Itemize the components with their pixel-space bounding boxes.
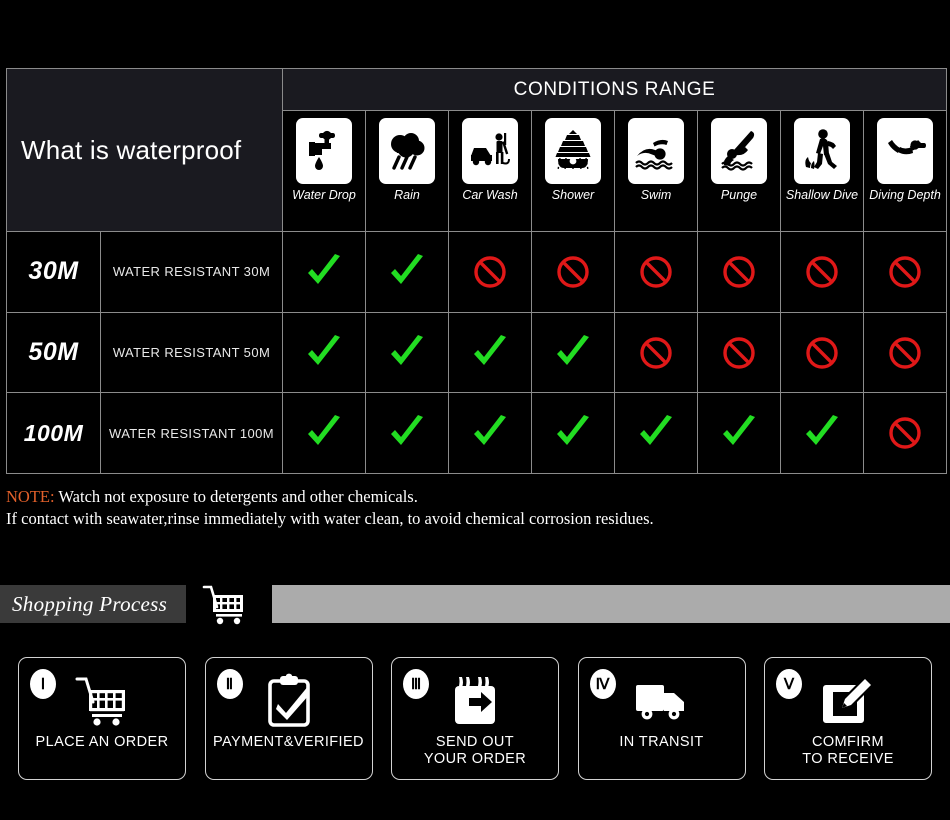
row-description: WATER RESISTANT 30M [101, 232, 283, 312]
table-row: 30M WATER RESISTANT 30M [7, 231, 946, 312]
mark-cell [698, 232, 781, 312]
row-description: WATER RESISTANT 50M [101, 312, 283, 393]
step-payment-verified[interactable]: Ⅱ PAYMENT&VERIFIED [204, 657, 373, 780]
condition-column-water-drop: Water Drop [283, 111, 366, 231]
shopping-process-filler-bar [272, 585, 950, 623]
table-row: 100M WATER RESISTANT 100M [7, 392, 946, 474]
condition-column-swim: Swim [615, 111, 698, 231]
table-title-cell: What is waterproof [7, 69, 283, 231]
shopping-steps: Ⅰ PLACE AN ORDER Ⅱ PAYMENT&VERIFIED Ⅲ SE… [0, 657, 950, 783]
row-depth-label: 30M [7, 232, 101, 312]
mark-cell [449, 312, 532, 393]
step-label: COMFIRM TO RECEIVE [802, 734, 894, 767]
page-title: What is waterproof [21, 134, 242, 165]
mark-cell [864, 393, 946, 473]
note-line-2: If contact with seawater,rinse immediate… [6, 509, 654, 528]
mark-cell [532, 312, 615, 393]
step-numeral: Ⅰ [30, 669, 56, 699]
condition-label: Punge [720, 188, 758, 202]
faucet-water-drop-icon [296, 118, 352, 184]
step-label: SEND OUT YOUR ORDER [423, 734, 527, 767]
mark-cell [698, 393, 781, 474]
step-send-out-your-order[interactable]: Ⅲ SEND OUT YOUR ORDER [391, 657, 559, 780]
shallow-dive-icon [794, 118, 850, 184]
condition-label: Swim [640, 188, 672, 202]
mark-cell [449, 232, 532, 312]
condition-column-diving-depth: Diving Depth [864, 111, 946, 231]
mark-cell [532, 393, 615, 474]
condition-column-shallow-dive: Shallow Dive [781, 111, 864, 231]
condition-column-shower: Shower [532, 111, 615, 231]
note-block: NOTE: Watch not exposure to detergents a… [6, 486, 936, 530]
step-label: PLACE AN ORDER [35, 734, 169, 750]
note-keyword: NOTE: [6, 487, 55, 506]
condition-label: Water Drop [292, 188, 356, 202]
row-description: WATER RESISTANT 100M [101, 393, 283, 474]
step-label: PAYMENT&VERIFIED [213, 734, 364, 750]
row-depth-label: 100M [7, 393, 101, 474]
shopping-process-label: Shopping Process [12, 591, 168, 616]
note-line-1: NOTE: Watch not exposure to detergents a… [6, 486, 936, 508]
conditions-range-header: CONDITIONS RANGE [283, 69, 946, 111]
condition-label: Car Wash [462, 188, 518, 202]
shopping-process-bar: Shopping Process [0, 585, 950, 625]
row-depth-label: 50M [7, 312, 101, 393]
step-numeral: Ⅴ [776, 669, 802, 699]
condition-column-car-wash: Car Wash [449, 111, 532, 231]
scuba-diver-icon [877, 118, 933, 184]
mark-cell [781, 312, 864, 393]
note-text-1: Watch not exposure to detergents and oth… [54, 487, 418, 506]
condition-label: Shower [551, 188, 595, 202]
mark-cell [366, 393, 449, 474]
mark-cell [864, 232, 946, 312]
clipboard-check-icon [262, 670, 316, 732]
condition-label: Rain [394, 188, 420, 202]
rain-cloud-icon [379, 118, 435, 184]
condition-label: Shallow Dive [785, 188, 859, 202]
car-wash-icon [462, 118, 518, 184]
conditions-section: CONDITIONS RANGE Water Drop Rain Car Was… [283, 69, 946, 231]
step-confirm-to-receive[interactable]: Ⅴ COMFIRM TO RECEIVE [764, 657, 932, 780]
mark-cell [366, 232, 449, 312]
shopping-cart-icon [71, 670, 133, 732]
condition-columns: Water Drop Rain Car Wash Shower Swim Pun… [283, 111, 946, 231]
delivery-truck-icon [632, 670, 692, 732]
mark-cell [532, 232, 615, 312]
mark-cell [781, 232, 864, 312]
shower-icon [545, 118, 601, 184]
waterproof-table: What is waterproof CONDITIONS RANGE Wate… [6, 68, 947, 474]
table-header-row: What is waterproof CONDITIONS RANGE Wate… [7, 69, 946, 231]
shopping-cart-icon [196, 581, 252, 627]
edit-pencil-box-icon [820, 670, 876, 732]
condition-column-rain: Rain [366, 111, 449, 231]
mark-cell [615, 312, 698, 393]
mark-cell [781, 393, 864, 474]
mark-cell [698, 312, 781, 393]
calendar-arrow-icon [449, 670, 501, 732]
mark-cell [615, 232, 698, 312]
mark-cell [615, 393, 698, 474]
mark-cell [283, 393, 366, 474]
step-in-transit[interactable]: Ⅳ IN TRANSIT [577, 657, 746, 780]
mark-cell [449, 393, 532, 474]
step-label: IN TRANSIT [619, 734, 704, 750]
swimmer-icon [628, 118, 684, 184]
step-numeral: Ⅱ [216, 669, 243, 699]
shopping-process-tab[interactable]: Shopping Process [0, 585, 186, 623]
mark-cell [283, 232, 366, 312]
waterproof-infographic-page: What is waterproof CONDITIONS RANGE Wate… [0, 0, 950, 820]
condition-column-punge: Punge [698, 111, 781, 231]
mark-cell [366, 312, 449, 393]
mark-cell [864, 313, 946, 393]
table-row: 50M WATER RESISTANT 50M [7, 311, 946, 393]
plunge-dive-icon [711, 118, 767, 184]
step-place-an-order[interactable]: Ⅰ PLACE AN ORDER [18, 657, 186, 780]
step-numeral: Ⅲ [403, 669, 429, 699]
mark-cell [283, 312, 366, 393]
condition-label: Diving Depth [869, 188, 941, 202]
step-numeral: Ⅳ [589, 669, 616, 699]
